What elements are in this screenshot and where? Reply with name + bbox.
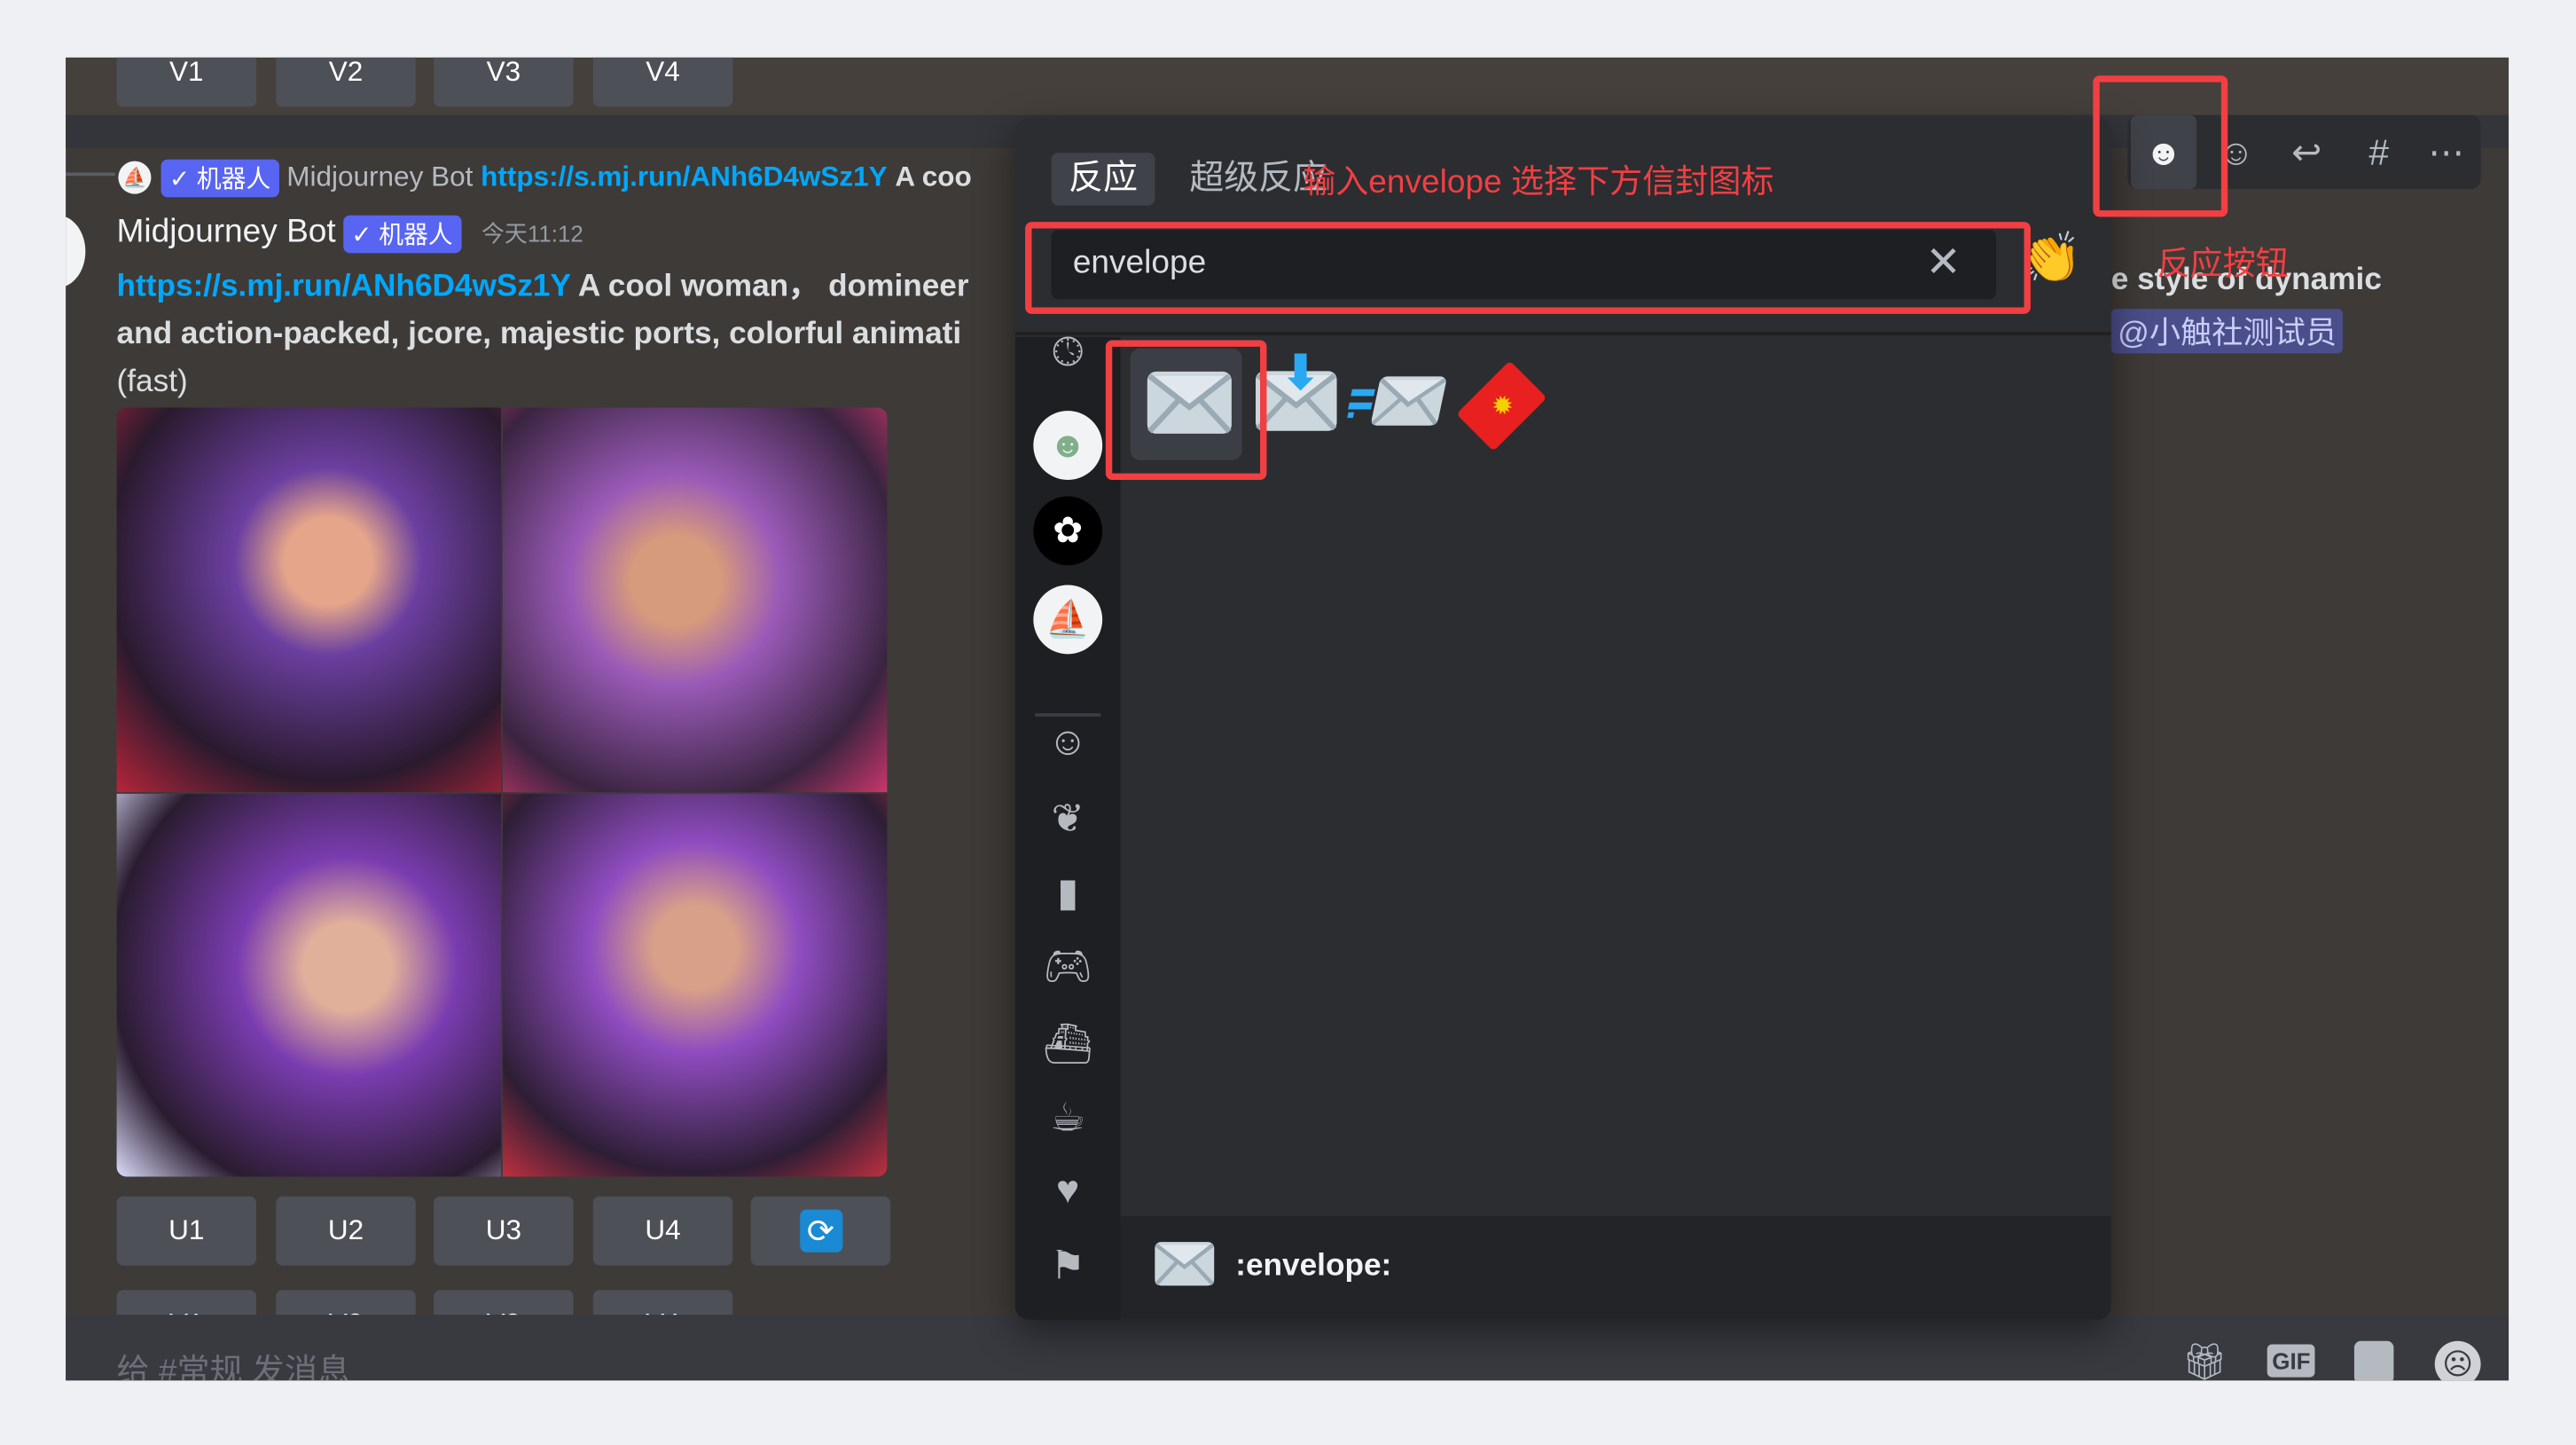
v3-button[interactable]: V3: [434, 57, 574, 107]
refresh-icon: ⟳: [799, 1209, 842, 1253]
category-server-1[interactable]: ☻: [1033, 411, 1103, 480]
generated-image-grid[interactable]: [116, 407, 888, 1177]
reply-link[interactable]: https://s.mj.run/ANh6D4wSz1Y: [481, 161, 888, 192]
message-composer[interactable]: 给 #常规 发消息 🎁︎ GIF ☹: [66, 1315, 2509, 1381]
envelope-with-arrow-icon[interactable]: ▬ ▬ ▪: [1344, 368, 1446, 447]
tab-reactions[interactable]: 反应: [1051, 153, 1155, 206]
annotation-box-search: [1025, 222, 2031, 314]
v1-button[interactable]: V1: [116, 57, 257, 107]
timestamp: 今天11:12: [481, 220, 583, 247]
emoji-category-sidebar: 🕓︎ ☻ ✿ ⛵ ☺ ❦ ▮ 🎮︎ ⛴︎ ☕︎ ♥ ⚑: [1014, 330, 1121, 1320]
reply-icon[interactable]: ↩: [2274, 115, 2339, 189]
recent-clock-icon[interactable]: 🕓︎: [1035, 320, 1100, 386]
message-input[interactable]: 给 #常规 发消息: [117, 1345, 351, 1381]
avatar[interactable]: [66, 215, 86, 288]
message-link[interactable]: https://s.mj.run/ANh6D4wSz1Y: [117, 270, 571, 304]
people-smiley-icon[interactable]: ☺: [1035, 710, 1100, 775]
more-icon[interactable]: ⋯: [2414, 115, 2479, 189]
author-name[interactable]: Midjourney Bot: [117, 214, 336, 250]
nature-leaf-icon[interactable]: ❦: [1035, 786, 1100, 852]
incoming-envelope-icon[interactable]: ⬇: [1254, 347, 1344, 447]
reroll-button[interactable]: ⟳: [750, 1196, 891, 1266]
thread-icon[interactable]: #: [2346, 115, 2412, 189]
travel-boat-icon[interactable]: ⛴︎: [1035, 1010, 1100, 1076]
emoji-preview-footer: :envelope:: [1120, 1215, 2111, 1320]
image-quadrant-2[interactable]: [502, 407, 888, 793]
reply-author: Midjourney Bot: [286, 161, 474, 192]
gift-icon[interactable]: 🎁︎: [2181, 1341, 2228, 1380]
u4-button[interactable]: U4: [592, 1196, 733, 1266]
reply-text: A coo: [895, 161, 972, 192]
annotation-box-envelope: [1105, 340, 1267, 480]
divider: [1014, 332, 2111, 335]
u3-button[interactable]: U3: [434, 1196, 574, 1266]
reply-preview[interactable]: ✓ 机器人 Midjourney Bot https://s.mj.run/AN…: [161, 159, 972, 198]
user-mention[interactable]: @小触社测试员: [2110, 309, 2344, 354]
reply-line: [66, 172, 115, 177]
objects-cup-icon[interactable]: ☕︎: [1035, 1085, 1100, 1151]
u1-button[interactable]: U1: [116, 1196, 257, 1266]
message-text-3: (fast): [116, 365, 188, 400]
annotation-reaction-button: 反应按钮: [2157, 246, 2289, 283]
preview-emoji-name: :envelope:: [1235, 1249, 1392, 1284]
emoji-icon[interactable]: ☹: [2434, 1340, 2481, 1381]
category-openai-server[interactable]: ✿: [1033, 496, 1103, 566]
preview-envelope-icon: [1154, 1239, 1216, 1289]
message-text-2: and action-packed, jcore, majestic ports…: [116, 317, 962, 352]
image-quadrant-3[interactable]: [116, 793, 502, 1177]
v4-button[interactable]: V4: [592, 57, 733, 107]
food-popsicle-icon[interactable]: ▮: [1035, 860, 1100, 925]
message-content: https://s.mj.run/ANh6D4wSz1Y A cool woma…: [117, 263, 1015, 405]
message-header: Midjourney Bot ✓ 机器人 今天11:12: [117, 214, 583, 254]
bot-badge: ✓ 机器人: [342, 216, 461, 254]
u2-button[interactable]: U2: [276, 1196, 416, 1266]
v2-button[interactable]: V2: [276, 57, 416, 107]
flags-flag-icon[interactable]: ⚑: [1035, 1233, 1100, 1299]
annotation-box-reaction-button: [2093, 75, 2228, 217]
bot-badge: ✓ 机器人: [161, 159, 279, 198]
small-avatar-icon[interactable]: ⛵: [118, 161, 152, 194]
red-envelope-icon[interactable]: ✹: [1456, 360, 1549, 452]
message-text-1: A cool woman， domineer: [570, 269, 969, 304]
symbols-heart-icon[interactable]: ♥: [1035, 1158, 1100, 1224]
activities-gamepad-icon[interactable]: 🎮︎: [1035, 933, 1100, 999]
category-divider: [1035, 713, 1101, 717]
image-quadrant-4[interactable]: [502, 793, 888, 1177]
category-midjourney-server[interactable]: ⛵: [1033, 585, 1103, 655]
image-quadrant-1[interactable]: [116, 407, 502, 793]
annotation-search-hint: 输入envelope 选择下方信封图标: [1303, 164, 1774, 201]
sticker-icon[interactable]: [2353, 1340, 2394, 1381]
gif-icon[interactable]: GIF: [2267, 1344, 2316, 1378]
